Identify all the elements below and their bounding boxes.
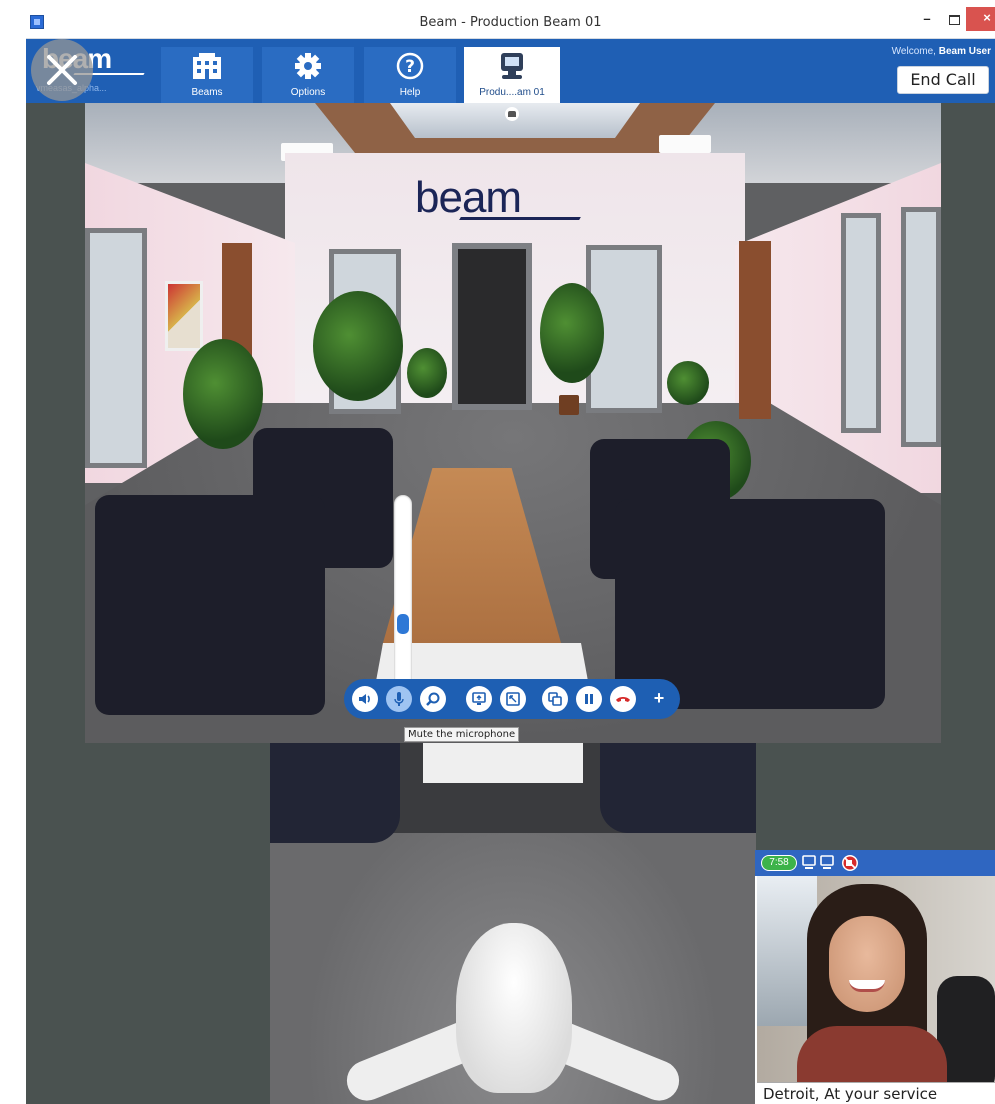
close-overlay-button[interactable]: [31, 39, 93, 101]
tab-help-label: Help: [399, 87, 421, 98]
nav-armchair: [600, 743, 756, 833]
hang-up-icon: [616, 697, 630, 702]
speaker-button[interactable]: [352, 686, 378, 712]
beam-robot-icon: [464, 51, 560, 81]
hang-up-button[interactable]: [610, 686, 636, 712]
gear-icon: [262, 51, 354, 81]
end-call-button[interactable]: End Call: [897, 66, 989, 94]
microphone-icon: [394, 692, 404, 706]
scene-glass-door: [841, 213, 881, 433]
slider-knob[interactable]: [397, 614, 409, 635]
scene-plant-pot: [559, 395, 579, 415]
tab-help[interactable]: ? Help: [364, 47, 456, 103]
help-icon: ?: [364, 51, 456, 81]
scene-ceiling-light: [659, 135, 711, 153]
pause-button[interactable]: [576, 686, 602, 712]
fullscreen-button[interactable]: [500, 686, 526, 712]
local-camera-feed: [757, 876, 995, 1082]
scene-brand-sign: beam: [415, 173, 522, 222]
window-titlebar: Beam - Production Beam 01 – ×: [26, 7, 995, 39]
scene-plant: [540, 283, 604, 383]
preview-person-body: [797, 1026, 947, 1082]
move-controls-handle[interactable]: +: [650, 689, 668, 707]
tab-production-beam-label: Produ....am 01: [479, 87, 545, 98]
minimize-button[interactable]: –: [912, 7, 942, 31]
pause-icon: [585, 694, 593, 704]
close-window-button[interactable]: ×: [966, 7, 995, 31]
svg-text:?: ?: [405, 57, 415, 77]
scene-wall-art: [165, 281, 203, 351]
robot-base: [456, 923, 572, 1093]
call-controls-bar: +: [344, 679, 680, 719]
camera-off-icon[interactable]: [841, 854, 859, 872]
scene-brand-underline: [459, 217, 581, 220]
tooltip: Mute the microphone: [404, 727, 520, 742]
navigation-camera-toggle[interactable]: [505, 107, 519, 121]
preview-person-face: [829, 916, 905, 1012]
building-icon: [161, 51, 253, 81]
welcome-prefix: Welcome,: [891, 46, 936, 57]
scene-glass-door: [85, 228, 147, 468]
nav-table-base: [423, 743, 583, 783]
scene-wood-panel: [739, 241, 771, 419]
scene-plant: [183, 339, 263, 449]
tab-production-beam[interactable]: Produ....am 01: [464, 47, 560, 103]
local-preview-panel[interactable]: 7:58 Detroit, At your service: [755, 850, 995, 1104]
scene-glass-door: [901, 207, 941, 447]
screen-share-button[interactable]: [466, 686, 492, 712]
main-camera-view[interactable]: beam: [85, 103, 941, 743]
navigation-camera-view[interactable]: [270, 743, 756, 1104]
camera-swap-button[interactable]: [542, 686, 568, 712]
zoom-button[interactable]: [420, 686, 446, 712]
preview-caption: Detroit, At your service: [757, 1082, 995, 1104]
scene-plant: [313, 291, 403, 401]
scene-armchair: [615, 499, 885, 709]
window-title: Beam - Production Beam 01: [419, 15, 602, 30]
nav-armchair: [270, 743, 400, 843]
tab-options[interactable]: Options: [262, 47, 354, 103]
app-window: Beam - Production Beam 01 – × beam vmeas…: [0, 0, 995, 1104]
camera-swap-icon: [548, 692, 562, 706]
app-toolbar: beam vmeasas_alpha... Beams Options ?: [26, 39, 995, 103]
scene-plant: [407, 348, 447, 398]
scene-elevator-door: [452, 243, 532, 410]
zoom-icon: [426, 692, 440, 706]
microphone-button[interactable]: [386, 686, 412, 712]
tab-beams[interactable]: Beams: [161, 47, 253, 103]
participants-icon[interactable]: [801, 854, 834, 872]
scene-armchair: [95, 495, 325, 715]
fullscreen-icon: [506, 692, 520, 706]
speaker-icon: [359, 694, 370, 704]
maximize-button[interactable]: [939, 7, 969, 31]
battery-timer-badge: 7:58: [761, 855, 797, 871]
close-icon: [47, 55, 77, 85]
scene-plant: [667, 361, 709, 405]
welcome-user: Beam User: [938, 46, 991, 57]
tab-beams-label: Beams: [191, 87, 223, 98]
screen-share-icon: [472, 692, 486, 705]
microphone-volume-slider[interactable]: [394, 495, 412, 695]
preview-status-bar: 7:58: [755, 850, 995, 876]
tab-options-label: Options: [290, 87, 326, 98]
welcome-text: Welcome, Beam User: [892, 46, 991, 57]
